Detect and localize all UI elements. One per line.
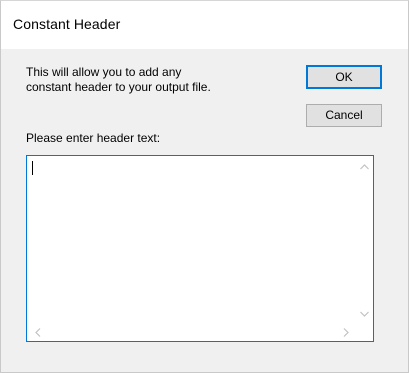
description-text: This will allow you to add any constant …: [26, 65, 211, 94]
scroll-right-arrow[interactable]: [337, 324, 354, 341]
horizontal-scrollbar[interactable]: [27, 324, 356, 341]
scroll-down-arrow[interactable]: [356, 305, 373, 322]
scrollbar-corner: [356, 324, 373, 341]
scroll-up-arrow[interactable]: [356, 158, 373, 175]
title-bar[interactable]: Constant Header: [1, 1, 408, 49]
dialog-body: This will allow you to add any constant …: [1, 49, 408, 372]
scroll-left-arrow[interactable]: [29, 324, 46, 341]
text-caret: [32, 161, 33, 175]
cancel-button[interactable]: Cancel: [306, 104, 382, 127]
header-text-label: Please enter header text:: [26, 131, 161, 145]
chevron-right-icon: [343, 328, 349, 337]
header-text-input[interactable]: [26, 155, 374, 342]
chevron-down-icon: [360, 311, 369, 317]
constant-header-dialog: Constant Header This will allow you to a…: [0, 0, 409, 373]
chevron-left-icon: [34, 328, 41, 337]
vertical-scrollbar[interactable]: [356, 156, 373, 324]
chevron-up-icon: [360, 163, 369, 170]
dialog-title: Constant Header: [13, 16, 121, 32]
ok-button[interactable]: OK: [306, 65, 382, 89]
